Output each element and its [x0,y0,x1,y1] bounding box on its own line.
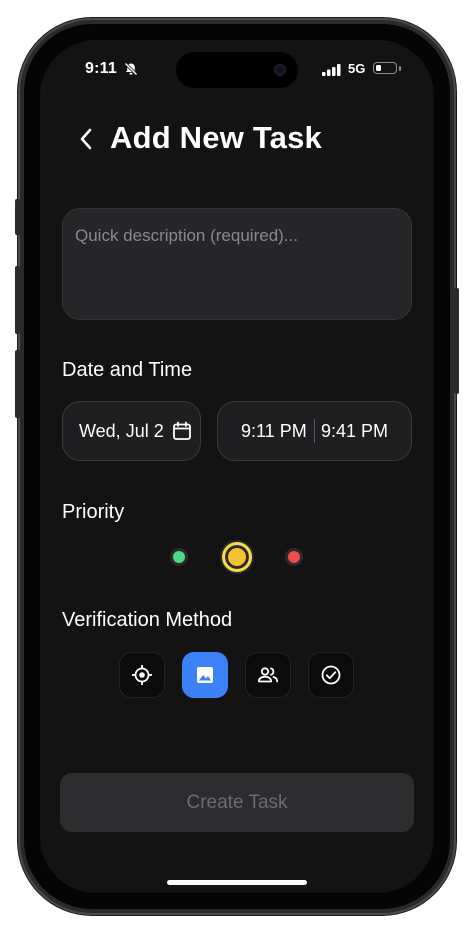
time-divider [314,419,315,443]
volume-up-button [15,266,20,334]
status-time: 9:11 [85,60,117,77]
priority-low-option[interactable] [170,548,188,566]
verify-location-button[interactable] [119,652,165,698]
priority-label: Priority [62,501,125,523]
chevron-left-icon [80,128,92,150]
description-input[interactable] [62,208,412,320]
location-target-icon [132,665,152,685]
page-title: Add New Task [110,120,322,155]
verify-check-button[interactable] [308,652,354,698]
priority-high-option[interactable] [285,548,303,566]
app-screen: 9:11 5G Add New Task Date and Time Wed, … [40,40,434,893]
front-camera [274,64,286,76]
time-range-picker: 9:11 PM 9:41 PM [217,401,412,461]
home-indicator[interactable] [167,880,307,885]
people-icon [257,667,279,683]
battery-cap [399,66,401,71]
network-type: 5G [348,61,366,76]
create-task-button[interactable]: Create Task [60,773,414,832]
status-bar: 9:11 5G [40,40,434,100]
date-time-label: Date and Time [62,359,193,381]
bell-off-icon [124,62,138,76]
description-field[interactable] [62,208,412,320]
end-time-button[interactable]: 9:41 PM [321,421,388,442]
date-value: Wed, Jul 2 [79,421,164,441]
check-circle-icon [321,665,341,685]
back-button[interactable] [74,126,98,152]
date-picker-button[interactable]: Wed, Jul 2 [62,401,201,461]
calendar-icon [173,421,191,440]
start-time-button[interactable]: 9:11 PM [241,421,307,442]
action-button [15,199,20,235]
cellular-signal-icon [322,64,341,76]
verify-people-button[interactable] [245,652,291,698]
priority-medium-option[interactable] [222,542,252,572]
power-button [454,288,459,394]
verification-label: Verification Method [62,609,233,631]
verify-photo-button[interactable] [182,652,228,698]
battery-icon [373,62,397,74]
image-icon [197,667,213,683]
volume-down-button [15,350,20,418]
